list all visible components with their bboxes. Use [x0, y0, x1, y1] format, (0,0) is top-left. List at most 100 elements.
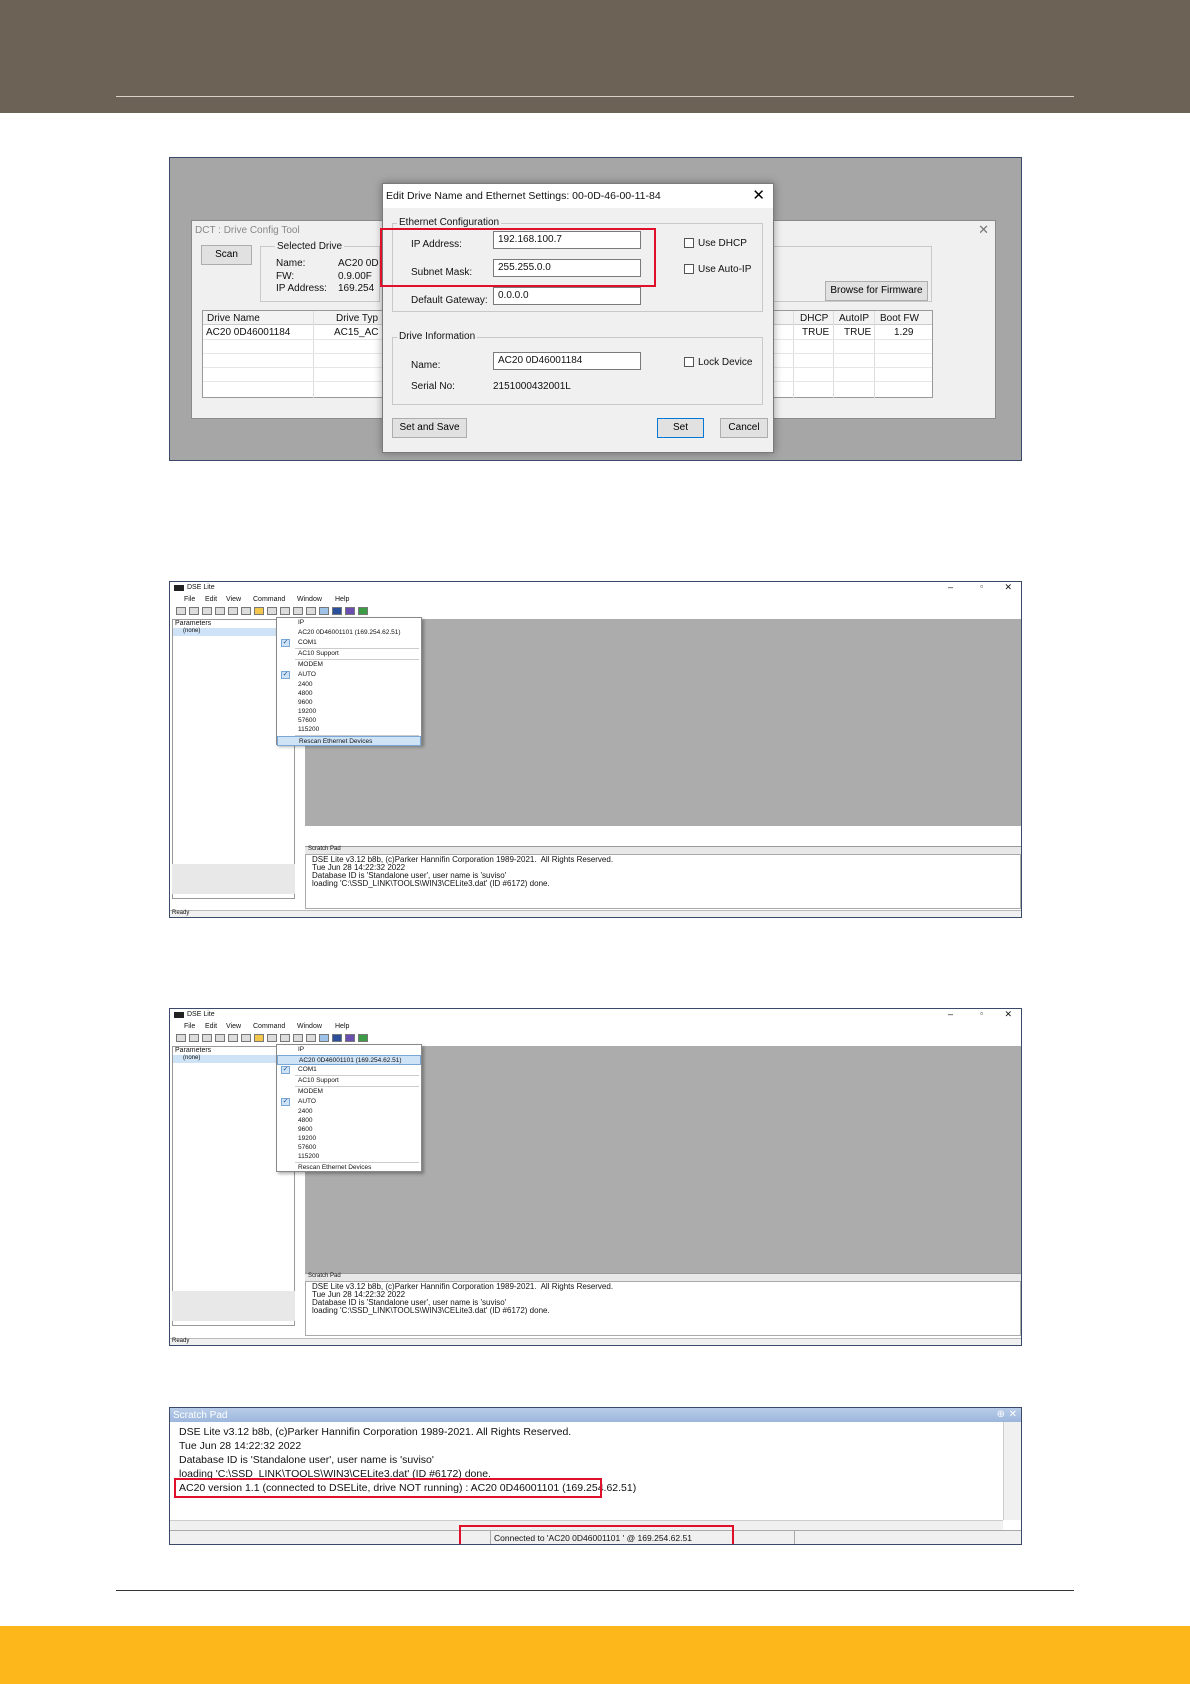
col-drive-name[interactable]: Drive Name: [207, 313, 260, 324]
toolbar-icon[interactable]: [358, 1034, 368, 1042]
minimize-icon[interactable]: –: [948, 1009, 953, 1019]
toolbar-icon[interactable]: [345, 607, 355, 615]
menu-edit[interactable]: Edit: [205, 1023, 217, 1030]
menu-item-ac20[interactable]: AC20 0D46001101 (169.254.62.51): [277, 1055, 421, 1065]
toolbar-icon[interactable]: [189, 607, 199, 615]
toolbar-icon[interactable]: [358, 607, 368, 615]
toolbar-icon[interactable]: [176, 607, 186, 615]
dialog-close-icon[interactable]: ✕: [752, 186, 765, 204]
menu-item-modem[interactable]: MODEM: [277, 1087, 421, 1097]
default-gateway-input[interactable]: 0.0.0.0: [493, 287, 641, 305]
toolbar-icon[interactable]: [280, 607, 290, 615]
toolbar-icon[interactable]: [267, 607, 277, 615]
menu-item-115200[interactable]: 115200: [277, 725, 421, 735]
menu-item-com1[interactable]: ✓ COM1: [277, 1065, 421, 1075]
connect-icon[interactable]: [254, 1034, 264, 1042]
toolbar-icon[interactable]: [280, 1034, 290, 1042]
pin-icon[interactable]: ⊕: [997, 1409, 1005, 1420]
check-icon: ✓: [281, 1098, 290, 1106]
restore-icon[interactable]: ▫: [980, 1009, 983, 1018]
toolbar-icon[interactable]: [332, 1034, 342, 1042]
toolbar-icon[interactable]: [176, 1034, 186, 1042]
toolbar-icon[interactable]: [215, 1034, 225, 1042]
dct-ip-label: IP Address:: [276, 283, 327, 294]
menu-help[interactable]: Help: [335, 596, 349, 603]
toolbar-icon[interactable]: [241, 1034, 251, 1042]
menu-view[interactable]: View: [226, 1023, 241, 1030]
menu-item-ip[interactable]: IP: [277, 618, 421, 628]
browse-firmware-button[interactable]: Browse for Firmware: [825, 281, 928, 301]
edit-drive-dialog: Edit Drive Name and Ethernet Settings: 0…: [380, 183, 774, 453]
minimize-icon[interactable]: –: [948, 582, 953, 592]
toolbar-icon[interactable]: [319, 1034, 329, 1042]
drive-name-label: Name:: [411, 360, 441, 371]
toolbar-icon[interactable]: [189, 1034, 199, 1042]
menu-item-115200[interactable]: 115200: [277, 1152, 421, 1162]
col-drive-type[interactable]: Drive Typ: [336, 313, 378, 324]
col-autoip[interactable]: AutoIP: [839, 313, 869, 324]
menu-item-modem[interactable]: MODEM: [277, 660, 421, 670]
toolbar-icon[interactable]: [293, 607, 303, 615]
toolbar-icon[interactable]: [306, 607, 316, 615]
col-boot-fw[interactable]: Boot FW: [880, 313, 919, 324]
col-dhcp[interactable]: DHCP: [800, 313, 828, 324]
scratch-pad-title: Scratch Pad: [308, 846, 341, 852]
menu-item-auto[interactable]: ✓ AUTO: [277, 1097, 421, 1107]
menu-item-rescan[interactable]: Rescan Ethernet Devices: [277, 736, 421, 746]
menu-file[interactable]: File: [184, 596, 195, 603]
use-dhcp-checkbox[interactable]: [684, 238, 694, 248]
cancel-button[interactable]: Cancel: [720, 418, 768, 438]
row-drive-name[interactable]: AC20 0D46001184: [206, 327, 290, 338]
close-icon[interactable]: ✕: [1004, 582, 1012, 593]
menu-item-ac20[interactable]: AC20 0D46001101 (169.254.62.51): [277, 628, 421, 638]
menu-window[interactable]: Window: [297, 596, 322, 603]
menu-window[interactable]: Window: [297, 1023, 322, 1030]
selected-drive-label: Selected Drive: [275, 241, 345, 252]
menu-command[interactable]: Command: [253, 1023, 285, 1030]
menu-view[interactable]: View: [226, 596, 241, 603]
drive-name-input[interactable]: AC20 0D46001184: [493, 352, 641, 370]
row-dhcp: TRUE: [802, 327, 830, 338]
menu-help[interactable]: Help: [335, 1023, 349, 1030]
toolbar-icon[interactable]: [267, 1034, 277, 1042]
vertical-scrollbar[interactable]: [1003, 1422, 1021, 1520]
menu-item-ip[interactable]: IP: [277, 1045, 421, 1055]
ip-highlight-box: [380, 228, 656, 287]
restore-icon[interactable]: ▫: [980, 582, 983, 591]
scan-button[interactable]: Scan: [201, 245, 252, 265]
toolbar-icon[interactable]: [332, 607, 342, 615]
set-and-save-button[interactable]: Set and Save: [392, 418, 467, 438]
menu-file[interactable]: File: [184, 1023, 195, 1030]
scratch-pad: DSE Lite v3.12 b8b, (c)Parker Hannifin C…: [305, 1281, 1021, 1336]
lock-device-checkbox[interactable]: [684, 357, 694, 367]
toolbar-icon[interactable]: [228, 607, 238, 615]
menu-command[interactable]: Command: [253, 596, 285, 603]
toolbar-icon[interactable]: [293, 1034, 303, 1042]
connect-icon[interactable]: [254, 607, 264, 615]
toolbar-icon[interactable]: [241, 607, 251, 615]
toolbar-icon[interactable]: [215, 607, 225, 615]
dct-close-icon[interactable]: ✕: [978, 222, 989, 238]
close-icon[interactable]: ✕: [1009, 1409, 1017, 1420]
dse-title: DSE Lite: [187, 584, 215, 591]
menu-item-com1[interactable]: ✓ COM1: [277, 638, 421, 648]
toolbar-icon[interactable]: [306, 1034, 316, 1042]
toolbar-icon[interactable]: [345, 1034, 355, 1042]
use-autoip-checkbox[interactable]: [684, 264, 694, 274]
menu-edit[interactable]: Edit: [205, 596, 217, 603]
tree-item-none[interactable]: (none): [183, 1055, 200, 1061]
tree-item-none[interactable]: (none): [183, 628, 200, 634]
toolbar-icon[interactable]: [202, 1034, 212, 1042]
set-button[interactable]: Set: [657, 418, 704, 438]
drive-info-label: Drive Information: [397, 331, 478, 342]
menu-item-auto[interactable]: ✓ AUTO: [277, 670, 421, 680]
menu-item-ac10[interactable]: AC10 Support: [277, 649, 421, 659]
menu-item-rescan[interactable]: Rescan Ethernet Devices: [277, 1163, 421, 1173]
toolbar-icon[interactable]: [202, 607, 212, 615]
ethernet-config-label: Ethernet Configuration: [397, 217, 502, 228]
menu-item-ac10[interactable]: AC10 Support: [277, 1076, 421, 1086]
screenshot-drive-config-tool: DCT : Drive Config Tool ✕ Scan Selected …: [169, 157, 1022, 461]
toolbar-icon[interactable]: [228, 1034, 238, 1042]
toolbar-icon[interactable]: [319, 607, 329, 615]
close-icon[interactable]: ✕: [1004, 1009, 1012, 1020]
